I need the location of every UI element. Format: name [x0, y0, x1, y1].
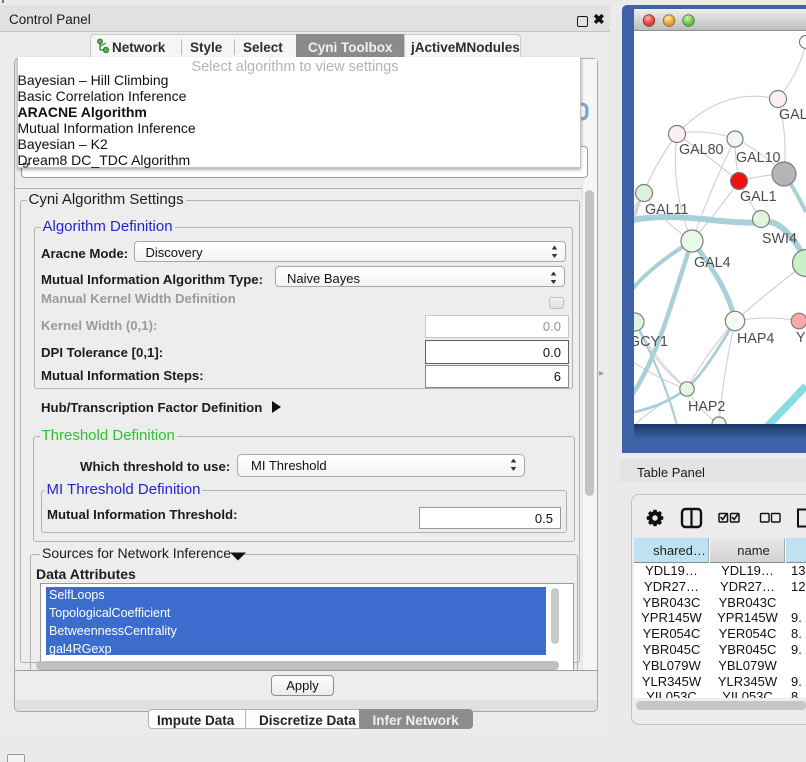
svg-text:GCY1: GCY1 [634, 334, 668, 350]
svg-text:GAL10: GAL10 [736, 150, 781, 166]
svg-text:HAP2: HAP2 [688, 399, 725, 415]
svg-text:HAP4: HAP4 [737, 331, 774, 347]
svg-text:GAL4: GAL4 [694, 255, 731, 271]
svg-text:GAL11: GAL11 [645, 202, 688, 218]
svg-text:GAL1: GAL1 [740, 189, 777, 205]
svg-text:SWI4: SWI4 [762, 231, 797, 247]
svg-text:GAL7: GAL7 [779, 107, 806, 123]
svg-text:GAL80: GAL80 [679, 142, 724, 158]
svg-text:YM: YM [796, 330, 806, 346]
